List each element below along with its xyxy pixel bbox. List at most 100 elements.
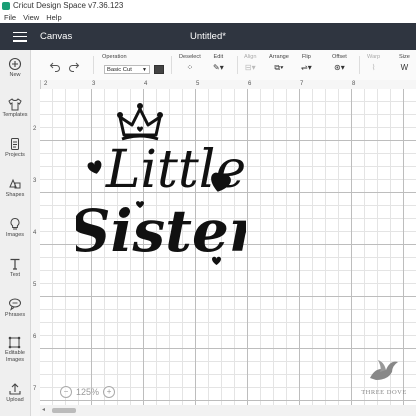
sidebar-item-images[interactable]: Images (0, 217, 30, 239)
ruler-label: 2 (44, 81, 48, 87)
sidebar-item-text[interactable]: Text (0, 257, 30, 279)
watermark: THREE DOVE (356, 358, 412, 396)
warp-button[interactable]: Warp ⌇ (367, 54, 380, 74)
flip-icon: ⇌▾ (301, 63, 312, 72)
operation-color-swatch[interactable] (154, 65, 164, 74)
toolbar-divider (93, 56, 94, 74)
flip-label: Flip (301, 54, 311, 60)
zoom-out-button[interactable]: − (60, 386, 72, 398)
align-icon: ⊟▾ (244, 63, 256, 72)
align-button[interactable]: Align ⊟▾ (244, 54, 256, 74)
zoom-level: 125% (76, 387, 100, 397)
sidebar-label-shapes: Shapes (5, 192, 25, 198)
menu-bar: File View Help (0, 12, 416, 23)
scroll-left-icon[interactable]: ◂ (42, 406, 45, 413)
sidebar-item-editable-images[interactable]: Editable Images (0, 335, 30, 364)
dove-icon (370, 360, 398, 380)
watermark-text: THREE DOVE (361, 389, 407, 396)
left-sidebar: New Templates Projects Shapes Images Tex… (0, 50, 31, 416)
flip-button[interactable]: Flip ⇌▾ (301, 54, 312, 74)
menu-view[interactable]: View (23, 12, 39, 23)
sidebar-label-projects: Projects (5, 152, 25, 158)
hamburger-menu-icon[interactable] (13, 31, 27, 42)
ruler-label: 8 (352, 81, 356, 87)
offset-icon: ⊛▾ (334, 63, 345, 72)
warp-label: Warp (367, 54, 381, 60)
sidebar-item-new[interactable]: New (0, 57, 30, 79)
sidebar-label-phrases: Phrases (4, 312, 26, 318)
text-icon (10, 258, 20, 270)
zoom-controls: − 125% + (60, 385, 116, 399)
size-group[interactable]: Size W (399, 54, 410, 74)
menu-help[interactable]: Help (46, 12, 61, 23)
deselect-button[interactable]: Deselect ⁘ (179, 54, 201, 74)
sidebar-label-upload: Upload (6, 397, 24, 403)
align-label: Align (244, 54, 257, 60)
title-bar: Cricut Design Space v7.36.123 (0, 0, 416, 12)
sidebar-label-editable-images: Editable Images (5, 350, 25, 363)
sidebar-label-templates: Templates (2, 112, 28, 118)
pencil-icon: ✎▾ (213, 63, 224, 72)
sidebar-label-new: New (9, 72, 21, 78)
lightbulb-icon (10, 217, 20, 230)
toolbar-divider (171, 56, 172, 74)
toolbar-divider (237, 56, 238, 74)
editable-images-icon (8, 336, 21, 349)
ruler-label: 4 (33, 230, 37, 236)
deselect-icon: ⁘ (186, 63, 194, 72)
heart-icon (87, 160, 102, 174)
ruler-label: 5 (196, 81, 200, 87)
ruler-label: 6 (248, 81, 252, 87)
offset-button[interactable]: Offset ⊛▾ (332, 54, 347, 74)
undo-icon (49, 62, 60, 72)
sidebar-item-projects[interactable]: Projects (0, 137, 30, 159)
redo-icon (69, 62, 80, 72)
toolbar-divider (359, 56, 360, 74)
ruler-label: 7 (33, 386, 37, 392)
design-text-sister: Sister (76, 197, 246, 265)
arrange-button[interactable]: Arrange ⧉▾ (269, 54, 289, 74)
projects-icon (11, 138, 19, 150)
undo-button[interactable] (49, 59, 61, 77)
sidebar-item-shapes[interactable]: Shapes (0, 177, 30, 199)
shapes-icon (9, 178, 21, 189)
app-header: Canvas Untitled* (0, 23, 416, 50)
ruler-label: 4 (144, 81, 148, 87)
edit-button[interactable]: Edit ✎▾ (213, 54, 224, 74)
arrange-icon: ⧉▾ (274, 63, 284, 72)
sidebar-item-upload[interactable]: Upload (0, 382, 30, 404)
menu-file[interactable]: File (4, 12, 16, 23)
little-sister-design[interactable]: Little Sister (76, 95, 246, 285)
zoom-in-button[interactable]: + (103, 386, 116, 398)
speech-bubble-icon (9, 298, 21, 311)
plus-circle-icon (8, 57, 22, 71)
operation-select[interactable]: Basic Cut ▼ (104, 65, 150, 74)
operation-label: Operation (102, 54, 127, 60)
ruler-label: 7 (300, 81, 304, 87)
ruler-label: 5 (33, 282, 37, 288)
ruler-label: 6 (33, 334, 37, 340)
ruler-label: 2 (33, 126, 37, 132)
sidebar-label-text: Text (9, 272, 21, 278)
size-icon: W (400, 63, 409, 72)
edit-toolbar: Operation Basic Cut ▼ Deselect ⁘ Edit ✎▾… (31, 50, 416, 81)
horizontal-scrollbar[interactable]: ◂ (40, 405, 416, 416)
deselect-label: Deselect (179, 54, 201, 60)
redo-button[interactable] (68, 59, 80, 77)
scrollbar-thumb[interactable] (52, 408, 76, 413)
operation-group: Operation (102, 54, 127, 61)
operation-value: Basic Cut (107, 67, 132, 73)
edit-label: Edit (213, 54, 224, 60)
arrange-label: Arrange (269, 54, 289, 60)
ruler-label: 3 (92, 81, 96, 87)
sidebar-label-images: Images (5, 232, 25, 238)
size-label: Size (399, 54, 410, 60)
warp-icon: ⌇ (371, 63, 376, 72)
sidebar-item-phrases[interactable]: Phrases (0, 297, 30, 319)
chevron-down-icon: ▼ (142, 67, 147, 73)
upload-icon (9, 383, 21, 395)
header-section-title: Canvas (40, 31, 73, 42)
sidebar-item-templates[interactable]: Templates (0, 97, 30, 119)
app-logo-icon (2, 2, 10, 10)
design-text-little: Little (105, 140, 246, 200)
